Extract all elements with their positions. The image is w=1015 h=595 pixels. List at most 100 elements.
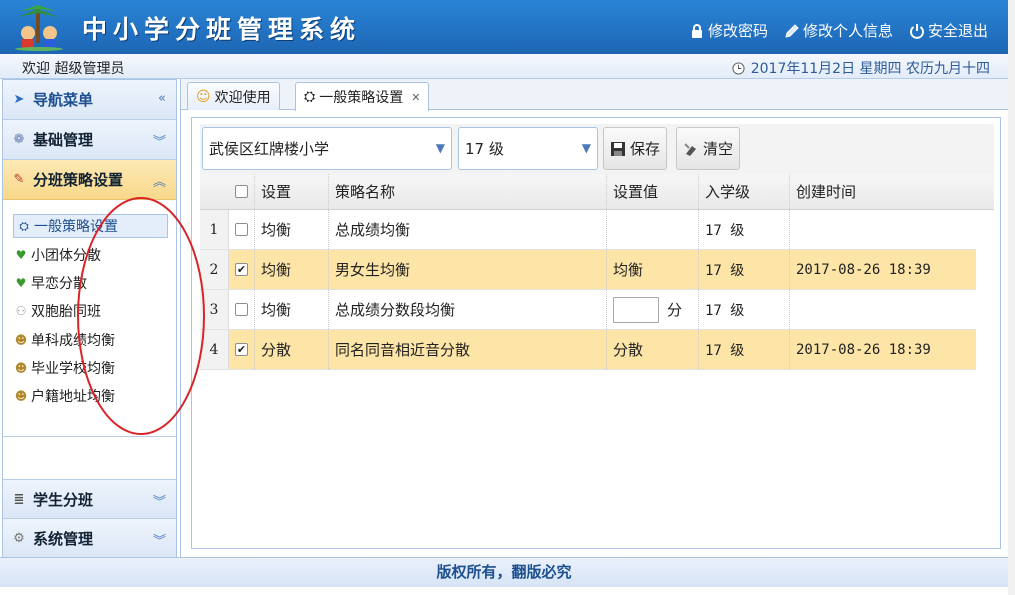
strategy-name-cell: 总成绩分数段均衡: [329, 290, 607, 329]
chevron-down-icon: ▼: [435, 141, 445, 155]
created-cell: 2017-08-26 18:39: [796, 261, 931, 278]
early-love-icon: ♥: [15, 276, 27, 290]
sidebar-item-general-strategy[interactable]: ⛭ 一般策略设置: [13, 214, 168, 238]
navigation-arrow-icon: ➤: [13, 92, 25, 107]
row-checkbox[interactable]: ✔: [235, 263, 248, 276]
expand-icon[interactable]: ︾: [153, 131, 166, 150]
sidebar-item-early-love[interactable]: ♥ 早恋分散: [13, 271, 87, 295]
grade-select[interactable]: 17 级 ▼: [458, 127, 598, 170]
created-cell: [790, 290, 976, 329]
table-row[interactable]: 4 ✔ 分散 同名同音相近音分散 分散 17 级 2017-08-26 18:3…: [200, 330, 976, 370]
column-header-name[interactable]: 策略名称: [329, 174, 607, 209]
row-checkbox[interactable]: [235, 223, 248, 236]
logout-button[interactable]: 安全退出: [909, 20, 988, 41]
grade-select-value: 17 级: [465, 140, 504, 158]
sidebar-item-subject-balance[interactable]: ☻ 单科成绩均衡: [13, 328, 115, 352]
sidebar-item-twins[interactable]: ⚇ 双胞胎同班: [13, 299, 101, 323]
small-group-icon: ♥: [15, 248, 27, 262]
tab-general-strategy[interactable]: ⛭ 一般策略设置 ✕: [295, 82, 430, 111]
app-title: 中小学分班管理系统: [82, 15, 362, 44]
row-checkbox[interactable]: ✔: [235, 343, 248, 356]
sidebar-item-label: 户籍地址均衡: [31, 389, 115, 405]
created-cell: [790, 210, 976, 249]
school-select-value: 武侯区红牌楼小学: [209, 140, 330, 158]
sidebar-item-label: 毕业学校均衡: [31, 361, 115, 377]
smiley-icon: ☺: [196, 88, 211, 105]
value-cell: 均衡: [607, 250, 699, 289]
tab-bar: ☺ 欢迎使用 ⛭ 一般策略设置 ✕: [181, 79, 1009, 111]
basic-settings-icon: ❁: [13, 132, 25, 147]
logout-label: 安全退出: [927, 22, 988, 40]
column-header-created[interactable]: 创建时间: [790, 174, 994, 209]
twins-icon: ⚇: [15, 304, 27, 318]
grid-scrollbar[interactable]: [977, 210, 994, 346]
edit-profile-label: 修改个人信息: [802, 22, 893, 40]
sidebar-item-label: 单科成绩均衡: [31, 333, 115, 349]
app-header: 中小学分班管理系统 修改密码 修改个人信息 安全退出: [0, 0, 1008, 54]
table-row[interactable]: 1 均衡 总成绩均衡 17 级: [200, 210, 976, 250]
sidebar-item-school-balance[interactable]: ☻ 毕业学校均衡: [13, 356, 115, 380]
collapse-icon[interactable]: ︽: [153, 171, 166, 190]
logo-icon: [15, 5, 63, 51]
sidebar-panel-system[interactable]: ⚙ 系统管理 ︾: [3, 519, 176, 559]
collapse-left-icon[interactable]: «: [158, 91, 166, 106]
sidebar-item-address-balance[interactable]: ☻ 户籍地址均衡: [13, 384, 115, 408]
sidebar-panel-students[interactable]: ≣ 学生分班 ︾: [3, 479, 176, 519]
row-number: 2: [200, 250, 229, 289]
select-all-checkbox[interactable]: [235, 185, 248, 198]
value-cell: [607, 210, 699, 249]
grid-header: 设置 策略名称 设置值 入学级 创建时间: [200, 174, 994, 210]
page-scrollbar[interactable]: [1008, 0, 1015, 595]
nav-menu-header[interactable]: ➤ 导航菜单 «: [3, 80, 176, 120]
close-icon[interactable]: ✕: [411, 91, 420, 104]
general-strategy-icon: ⛭: [19, 218, 29, 233]
setting-cell: 均衡: [255, 210, 329, 249]
content-panel: 武侯区红牌楼小学 ▼ 17 级 ▼ 保存 清空 设置 策略名称 设置值 入学级 …: [191, 117, 1001, 549]
row-checkbox[interactable]: [235, 303, 248, 316]
sidebar-panel-basic[interactable]: ❁ 基础管理 ︾: [3, 120, 176, 160]
clear-button[interactable]: 清空: [676, 127, 741, 170]
row-number: 4: [200, 330, 229, 369]
expand-icon[interactable]: ︾: [153, 491, 166, 510]
lock-icon: [691, 23, 702, 38]
row-number: 3: [200, 290, 229, 329]
column-header-value[interactable]: 设置值: [607, 174, 699, 209]
subject-balance-icon: ☻: [14, 333, 28, 347]
save-button[interactable]: 保存: [603, 127, 668, 170]
expand-icon[interactable]: ︾: [153, 530, 166, 549]
power-icon: [910, 23, 924, 39]
created-cell: 2017-08-26 18:39: [796, 341, 931, 358]
sidebar-panel-strategy[interactable]: ✎ 分班策略设置 ︽: [3, 160, 176, 200]
setting-cell: 分散: [255, 330, 329, 369]
table-row[interactable]: 3 均衡 总成绩分数段均衡 分 17 级: [200, 290, 976, 330]
change-password-label: 修改密码: [707, 22, 768, 40]
column-header-setting[interactable]: 设置: [255, 174, 329, 209]
sidebar-item-label: 双胞胎同班: [31, 304, 101, 320]
eraser-icon: [684, 142, 696, 156]
column-header-grade[interactable]: 入学级: [699, 174, 790, 209]
row-number: 1: [200, 210, 229, 249]
list-icon: ≣: [13, 491, 25, 507]
school-select[interactable]: 武侯区红牌楼小学 ▼: [202, 127, 452, 170]
grade-cell: 17 级: [699, 330, 790, 369]
welcome-bar: 欢迎 超级管理员 2017年11月2日 星期四 农历九月十四: [0, 54, 1008, 79]
clear-label: 清空: [703, 140, 734, 158]
value-cell: 分散: [607, 330, 699, 369]
table-row[interactable]: 2 ✔ 均衡 男女生均衡 均衡 17 级 2017-08-26 18:39: [200, 250, 976, 290]
address-balance-icon: ☻: [14, 389, 28, 403]
sidebar-item-small-group[interactable]: ♥ 小团体分散: [13, 243, 101, 267]
score-input[interactable]: [613, 296, 659, 323]
edit-profile-button[interactable]: 修改个人信息: [784, 20, 893, 41]
strategy-icon: ✎: [13, 172, 25, 187]
sidebar-item-label: 早恋分散: [31, 276, 87, 292]
tab-general-strategy-label: 一般策略设置: [319, 90, 404, 106]
tab-welcome-label: 欢迎使用: [214, 89, 271, 106]
setting-cell: 均衡: [255, 290, 329, 329]
change-password-button[interactable]: 修改密码: [689, 20, 768, 41]
chevron-down-icon: ▼: [581, 141, 591, 155]
tab-welcome[interactable]: ☺ 欢迎使用: [187, 82, 280, 110]
save-icon: [611, 141, 625, 156]
sidebar-panel-students-label: 学生分班: [33, 490, 94, 509]
main-area: ☺ 欢迎使用 ⛭ 一般策略设置 ✕ 武侯区红牌楼小学 ▼ 17 级 ▼ 保存 清…: [180, 79, 1009, 557]
gear-icon: ⚙: [13, 531, 25, 546]
